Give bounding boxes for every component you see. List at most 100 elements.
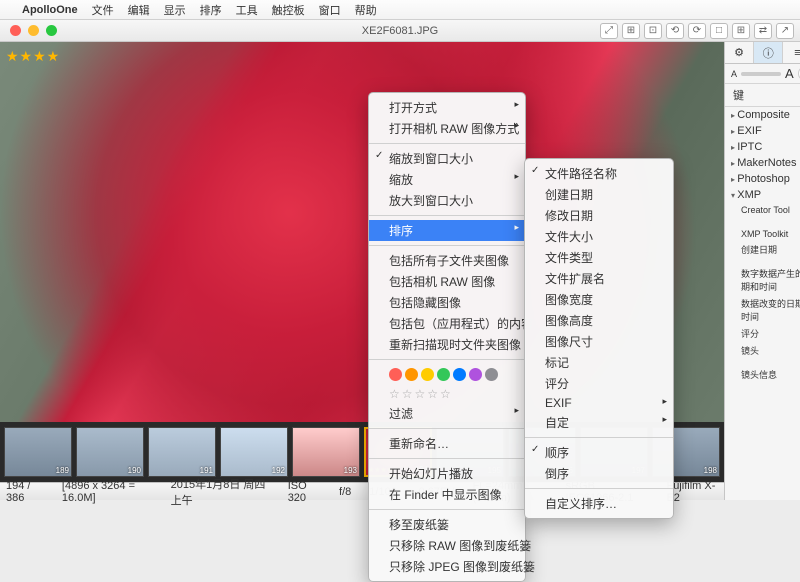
metadata-group[interactable]: IPTC (725, 139, 800, 155)
inspector-tab[interactable]: ⚙ (725, 42, 754, 63)
menu-item[interactable]: 只移除 RAW 图像到废纸篓 (369, 535, 525, 556)
menu-item[interactable]: 过滤 (369, 403, 525, 424)
menu-item[interactable]: 评分 (525, 373, 673, 394)
menu-item[interactable]: 包括所有子文件夹图像 (369, 250, 525, 271)
menu-item[interactable]: 图像宽度 (525, 289, 673, 310)
inspector-tab[interactable]: ⓘ (754, 42, 783, 63)
menu-item[interactable]: 顺序 (525, 442, 673, 463)
color-swatch[interactable] (453, 368, 466, 381)
menu-item[interactable]: 文件扩展名 (525, 268, 673, 289)
traffic-lights (0, 25, 57, 36)
toolbar: ⤢ ⊞ ⊡ ⟲ ⟳ □ ⊞ ⇄ ↗ (600, 23, 794, 39)
menu-trackpad[interactable]: 触控板 (272, 2, 305, 18)
toolbar-rotate-left-icon[interactable]: ⟲ (666, 23, 684, 39)
menu-item[interactable]: 文件路径名称 (525, 163, 673, 184)
menu-item[interactable]: 图像尺寸 (525, 331, 673, 352)
menu-item[interactable]: 重新扫描现时文件夹图像 (369, 334, 525, 355)
status-date: 2015年1月8日 周四 上午 (171, 476, 270, 508)
menu-item[interactable]: 修改日期 (525, 205, 673, 226)
toolbar-grid-icon[interactable]: ⊞ (622, 23, 640, 39)
menu-item[interactable]: 自定 (525, 412, 673, 433)
menu-window[interactable]: 窗口 (319, 2, 341, 18)
menu-sort[interactable]: 排序 (200, 2, 222, 18)
metadata-row: 镜头信息10-24mm f/4 (725, 366, 800, 383)
inspector-panel: ⚙ⓘ≡◐⊞✎ A A 键 数值 CompositeEXIFIPTCMakerNo… (724, 42, 800, 500)
menu-item[interactable]: 创建日期 (525, 184, 673, 205)
menu-item[interactable]: 重新命名… (369, 433, 525, 454)
menu-item[interactable]: 只移除 JPEG 图像到废纸篓 (369, 556, 525, 577)
menu-item[interactable]: 包括隐藏图像 (369, 292, 525, 313)
color-label-row[interactable] (369, 364, 525, 385)
metadata-row: 评分4 (725, 325, 800, 342)
menu-item[interactable]: 包括包（应用程式）的内容 (369, 313, 525, 334)
menu-view[interactable]: 显示 (164, 2, 186, 18)
metadata-group[interactable]: Photoshop (725, 171, 800, 187)
toolbar-fit-icon[interactable]: ⊡ (644, 23, 662, 39)
toolbar-panel-icon[interactable]: ⊞ (732, 23, 750, 39)
status-aperture: f/8 (339, 486, 351, 498)
thumbnail[interactable]: 193 (292, 427, 360, 477)
metadata-row: XMP ToolkitXMP Core 5.6.0 (725, 227, 800, 241)
font-size-small-icon[interactable]: A (731, 69, 737, 79)
color-swatch[interactable] (405, 368, 418, 381)
metadata-group[interactable]: EXIF (725, 123, 800, 139)
menu-tools[interactable]: 工具 (236, 2, 258, 18)
menubar: ApolloOne 文件 编辑 显示 排序 工具 触控板 窗口 帮助 (0, 0, 800, 20)
menu-item[interactable]: 缩放到窗口大小 (369, 148, 525, 169)
metadata-row: 创建日期2015:01:08 09:43:52 (725, 241, 800, 265)
thumbnail[interactable]: 189 (4, 427, 72, 477)
metadata-group[interactable]: XMP (725, 187, 800, 203)
rating-row[interactable]: ☆☆☆☆☆ (369, 385, 525, 403)
menu-item[interactable]: 图像高度 (525, 310, 673, 331)
metadata-group[interactable]: Composite (725, 107, 800, 123)
menu-item[interactable]: 在 Finder 中显示图像 (369, 484, 525, 505)
menu-item[interactable]: 缩放 (369, 169, 525, 190)
menu-item[interactable]: 开始幻灯片播放 (369, 463, 525, 484)
toolbar-compare-icon[interactable]: ⇄ (754, 23, 772, 39)
menu-item[interactable]: 自定义排序… (525, 493, 673, 514)
menu-item[interactable]: EXIF (525, 394, 673, 412)
menu-item[interactable]: 包括相机 RAW 图像 (369, 271, 525, 292)
color-swatch[interactable] (485, 368, 498, 381)
metadata-row: 数据改变的日期和时间2015:01:08 09:43:52 (725, 295, 800, 325)
toolbar-crop-icon[interactable]: □ (710, 23, 728, 39)
font-size-large-icon[interactable]: A (785, 66, 794, 81)
inspector-tab[interactable]: ≡ (783, 42, 800, 63)
font-slider[interactable] (741, 72, 781, 76)
menu-item[interactable]: 移至废纸篓 (369, 514, 525, 535)
app-menu[interactable]: ApolloOne (22, 4, 78, 16)
metadata-row: 镜头XF10-24mmF4 R OIS (725, 342, 800, 366)
col-key: 键 (733, 87, 800, 103)
color-swatch[interactable] (421, 368, 434, 381)
metadata-group[interactable]: MakerNotes (725, 155, 800, 171)
menu-edit[interactable]: 编辑 (128, 2, 150, 18)
zoom-button[interactable] (46, 25, 57, 36)
context-menu[interactable]: 打开方式打开相机 RAW 图像方式缩放到窗口大小缩放放大到窗口大小排序包括所有子… (368, 92, 526, 582)
toolbar-share-icon[interactable]: ↗ (776, 23, 794, 39)
menu-item[interactable]: 标记 (525, 352, 673, 373)
toolbar-fullscreen-icon[interactable]: ⤢ (600, 23, 618, 39)
menu-item[interactable]: 排序 (369, 220, 525, 241)
menu-item[interactable]: 打开方式 (369, 97, 525, 118)
thumbnail[interactable]: 190 (76, 427, 144, 477)
menu-item[interactable]: 打开相机 RAW 图像方式 (369, 118, 525, 139)
color-swatch[interactable] (469, 368, 482, 381)
menu-item[interactable]: 倒序 (525, 463, 673, 484)
minimize-button[interactable] (28, 25, 39, 36)
window-title: XE2F6081.JPG (362, 25, 438, 37)
thumbnail[interactable]: 192 (220, 427, 288, 477)
color-swatch[interactable] (437, 368, 450, 381)
thumbnail[interactable]: 191 (148, 427, 216, 477)
context-submenu-sort[interactable]: 文件路径名称创建日期修改日期文件大小文件类型文件扩展名图像宽度图像高度图像尺寸标… (524, 158, 674, 519)
inspector-body: CompositeEXIFIPTCMakerNotesPhotoshopXMPC… (725, 107, 800, 500)
color-swatch[interactable] (389, 368, 402, 381)
menu-item[interactable]: 文件大小 (525, 226, 673, 247)
menu-item[interactable]: 文件类型 (525, 247, 673, 268)
menu-item[interactable]: 放大到窗口大小 (369, 190, 525, 211)
menu-help[interactable]: 帮助 (355, 2, 377, 18)
toolbar-rotate-right-icon[interactable]: ⟳ (688, 23, 706, 39)
close-button[interactable] (10, 25, 21, 36)
menu-file[interactable]: 文件 (92, 2, 114, 18)
rating-stars[interactable]: ★★★★ (6, 48, 60, 65)
titlebar: XE2F6081.JPG ⤢ ⊞ ⊡ ⟲ ⟳ □ ⊞ ⇄ ↗ (0, 20, 800, 42)
